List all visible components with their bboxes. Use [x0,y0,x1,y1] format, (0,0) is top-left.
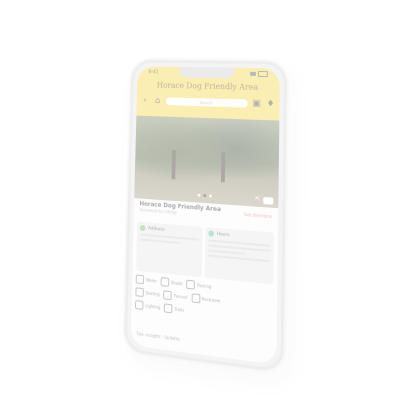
amenity-item: Lighting [135,300,160,312]
card-title: Address [148,225,165,233]
water-icon [135,274,145,285]
tree-trunk [220,152,226,183]
pagination-dot-active[interactable] [202,193,206,198]
amenity-item: Shade [160,277,183,288]
header-toolbar: ‹ ⌂ Search ▣ ♦ [140,94,275,111]
amenity-label: Lighting [145,303,161,310]
pagination-dot[interactable] [197,193,200,197]
notification-bell-icon[interactable]: ♦ [265,99,275,109]
battery-icon [257,70,268,78]
amenity-label: Seating [145,290,160,297]
amenity-item: Seating [135,287,160,299]
parking-icon [186,279,196,290]
home-icon[interactable]: ⌂ [153,96,162,106]
amenity-label: Trails [174,306,185,313]
amenity-label: Shade [170,280,183,287]
phone-screen: 9:41 Horace Dog Friendly Area ‹ ⌂ Search… [130,66,280,365]
status-time: 9:41 [148,69,159,76]
amenity-item: Restroom [191,293,220,305]
fence-icon [163,290,173,301]
amenity-item: Fenced [163,290,187,302]
share-icon[interactable]: ⇱ [255,195,260,202]
status-icons [250,70,268,78]
search-input[interactable]: Search [165,97,248,108]
amenity-item: Water [135,274,157,285]
mockup-scene: 9:41 Horace Dog Friendly Area ‹ ⌂ Search… [0,0,417,417]
photo-camera-icon[interactable] [263,196,274,205]
phone-mockup: 9:41 Horace Dog Friendly Area ‹ ⌂ Search… [123,59,288,374]
amenity-item: Parking [186,279,212,292]
trail-icon [163,303,173,314]
camera-icon[interactable]: ▣ [252,99,262,109]
card-lines [139,233,200,246]
app-header: Horace Dog Friendly Area ‹ ⌂ Search ▣ ♦ [136,77,280,121]
tree-trunk [171,149,176,180]
search-placeholder: Search [199,99,213,106]
signal-icon [250,71,257,76]
hours-card[interactable]: Hours [204,227,274,285]
amenity-label: Parking [197,282,212,290]
location-icon [139,224,146,232]
restroom-icon [191,293,200,304]
amenity-label: Water [145,277,157,284]
card-lines [207,239,271,263]
clock-icon [207,230,214,237]
park-photo[interactable]: ⇱ [134,115,280,209]
card-title: Hours [216,231,230,238]
info-cards: Address Hours [136,221,274,285]
amenity-label: Restroom [201,296,221,304]
phone-notch [179,66,235,79]
amenity-item: Trails [163,303,185,314]
back-icon[interactable]: ‹ [140,96,149,106]
shade-icon [160,277,170,287]
app-title: Horace Dog Friendly Area [156,80,259,92]
pagination-dot[interactable] [208,194,212,198]
seating-icon [135,287,144,298]
lighting-icon [135,300,144,310]
amenity-label: Fenced [173,293,188,300]
address-card[interactable]: Address [136,221,203,278]
